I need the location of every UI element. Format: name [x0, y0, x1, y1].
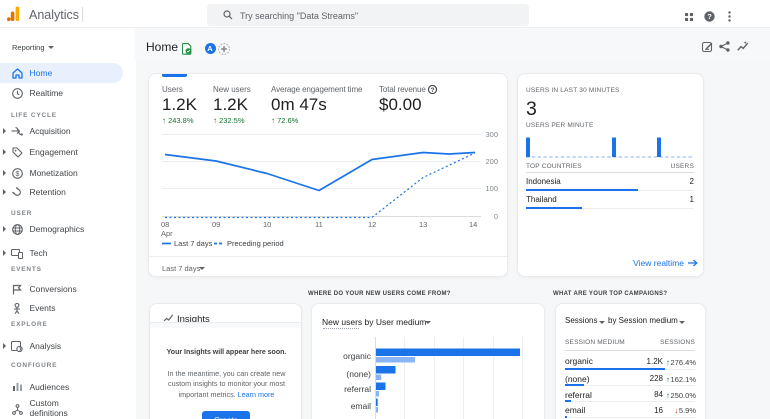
svg-text:$: $ [15, 171, 19, 178]
svg-text:?: ? [707, 12, 712, 21]
